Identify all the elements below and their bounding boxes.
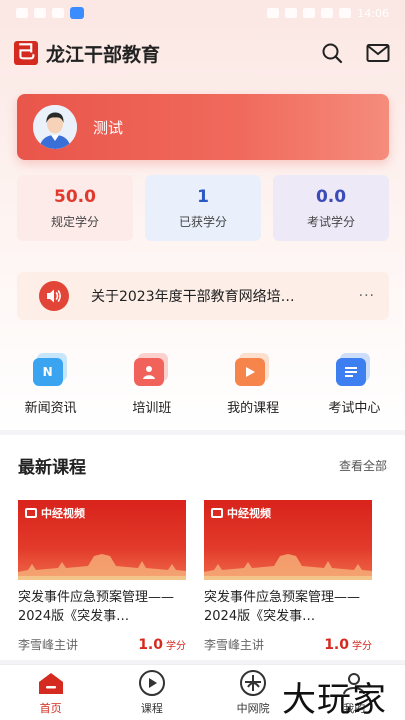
user-name: 测试: [93, 118, 124, 137]
watermark: 大玩家: [282, 680, 387, 720]
quick-nav-label: 考试中心: [328, 401, 381, 416]
app-header: 己 龙江干部教育: [0, 30, 405, 76]
course-card[interactable]: 中经视频 突发事件应急预案管理——2024版《突发事… 李雪峰主讲 1.0 学分: [18, 500, 186, 653]
notice-text: 关于2023年度干部教育网络培…: [90, 289, 295, 305]
news-icon: N: [32, 353, 69, 387]
notification-icon: [52, 8, 64, 18]
credit-value: 0.0: [315, 186, 347, 207]
course-meta: 李雪峰主讲 1.0 学分: [204, 634, 372, 653]
play-icon: [137, 669, 167, 697]
section-header: 最新课程 查看全部: [0, 435, 405, 478]
avatar-icon: [33, 105, 77, 149]
search-button[interactable]: [319, 40, 345, 66]
profile-card[interactable]: 测试: [17, 94, 389, 160]
thumbnail-brand: 中经视频: [211, 505, 271, 521]
quick-nav-label: 培训班: [132, 401, 172, 416]
quick-nav-training[interactable]: 培训班: [101, 353, 202, 423]
quick-nav-label: 新闻资讯: [24, 401, 77, 416]
section-title: 最新课程: [18, 458, 86, 478]
tab-label: 首页: [39, 702, 62, 715]
wifi-icon: [321, 8, 334, 18]
skyline-graphic: [18, 554, 186, 580]
credit-value: 50.0: [54, 186, 96, 207]
brand-logo-icon: [211, 508, 223, 518]
quick-nav-exam-center[interactable]: 考试中心: [304, 353, 405, 423]
credit-summary: 50.0 规定学分 1 已获学分 0.0 考试学分: [17, 175, 389, 241]
course-lecturer: 李雪峰主讲: [18, 638, 79, 652]
status-right: 14:06: [267, 7, 389, 20]
speaker-icon: [39, 281, 69, 311]
nfc-icon: [285, 8, 298, 18]
credit-value: 1: [197, 186, 209, 207]
notification-icon: [16, 8, 28, 18]
tab-label: 中网院: [236, 702, 270, 715]
see-all-link[interactable]: 查看全部: [339, 457, 387, 474]
notification-icon: [34, 8, 46, 18]
eye-icon: [267, 8, 280, 18]
cnn-college-icon: [238, 669, 268, 697]
more-icon[interactable]: ···: [359, 288, 375, 304]
earned-credits-card[interactable]: 1 已获学分: [145, 175, 261, 241]
course-card[interactable]: 中经视频 突发事件应急预案管理——2024版《突发事… 李雪峰主讲 1.0 学分: [204, 500, 372, 653]
my-courses-icon: [235, 353, 271, 387]
course-credit: 1.0 学分: [138, 637, 186, 653]
notice-bar[interactable]: 关于2023年度干部教育网络培… ···: [17, 272, 389, 320]
credit-label: 考试学分: [306, 214, 355, 229]
quick-nav-news[interactable]: N 新闻资讯: [0, 353, 101, 423]
home-icon: [36, 669, 66, 697]
quick-nav: N 新闻资讯 培训班 我的课程 考试中心: [0, 353, 405, 423]
battery-icon: [339, 8, 352, 18]
course-title: 突发事件应急预案管理——2024版《突发事…: [18, 590, 175, 624]
thumbnail-brand: 中经视频: [25, 505, 85, 521]
app-title: 龙江干部教育: [46, 43, 161, 66]
course-title: 突发事件应急预案管理——2024版《突发事…: [204, 590, 361, 624]
messages-button[interactable]: [365, 40, 391, 66]
course-list: 中经视频 突发事件应急预案管理——2024版《突发事… 李雪峰主讲 1.0 学分 …: [0, 478, 405, 653]
clock: 14:06: [357, 6, 389, 20]
status-left: [16, 7, 84, 19]
header-actions: [319, 40, 391, 66]
search-icon: [322, 43, 343, 64]
vibrate-icon: [303, 8, 316, 18]
tab-label: 课程: [140, 702, 163, 715]
latest-courses-section: 最新课程 查看全部 中经视频 突发事件应急预案管理——2024版《突发事… 李雪…: [0, 435, 405, 660]
tab-home[interactable]: 首页: [0, 665, 101, 720]
quick-nav-label: 我的课程: [227, 401, 280, 416]
mail-icon: [366, 44, 390, 62]
status-bar: 14:06: [0, 0, 405, 26]
skyline-graphic: [204, 554, 372, 580]
course-thumbnail: 中经视频: [204, 500, 372, 580]
quick-nav-my-courses[interactable]: 我的课程: [203, 353, 304, 423]
course-credit: 1.0 学分: [324, 637, 372, 653]
app-notification-icon: [70, 7, 84, 19]
exam-credits-card[interactable]: 0.0 考试学分: [273, 175, 389, 241]
avatar: [33, 105, 77, 149]
required-credits-card[interactable]: 50.0 规定学分: [17, 175, 133, 241]
app-logo: 己: [14, 41, 38, 65]
training-icon: [133, 353, 170, 387]
course-meta: 李雪峰主讲 1.0 学分: [18, 634, 186, 653]
credit-label: 规定学分: [50, 214, 99, 229]
exam-center-icon: [336, 353, 372, 387]
brand-logo-icon: [25, 508, 37, 518]
tab-courses[interactable]: 课程: [101, 665, 202, 720]
credit-label: 已获学分: [178, 214, 227, 229]
logo-glyph: 己: [17, 42, 35, 63]
course-lecturer: 李雪峰主讲: [204, 638, 265, 652]
course-thumbnail: 中经视频: [18, 500, 186, 580]
